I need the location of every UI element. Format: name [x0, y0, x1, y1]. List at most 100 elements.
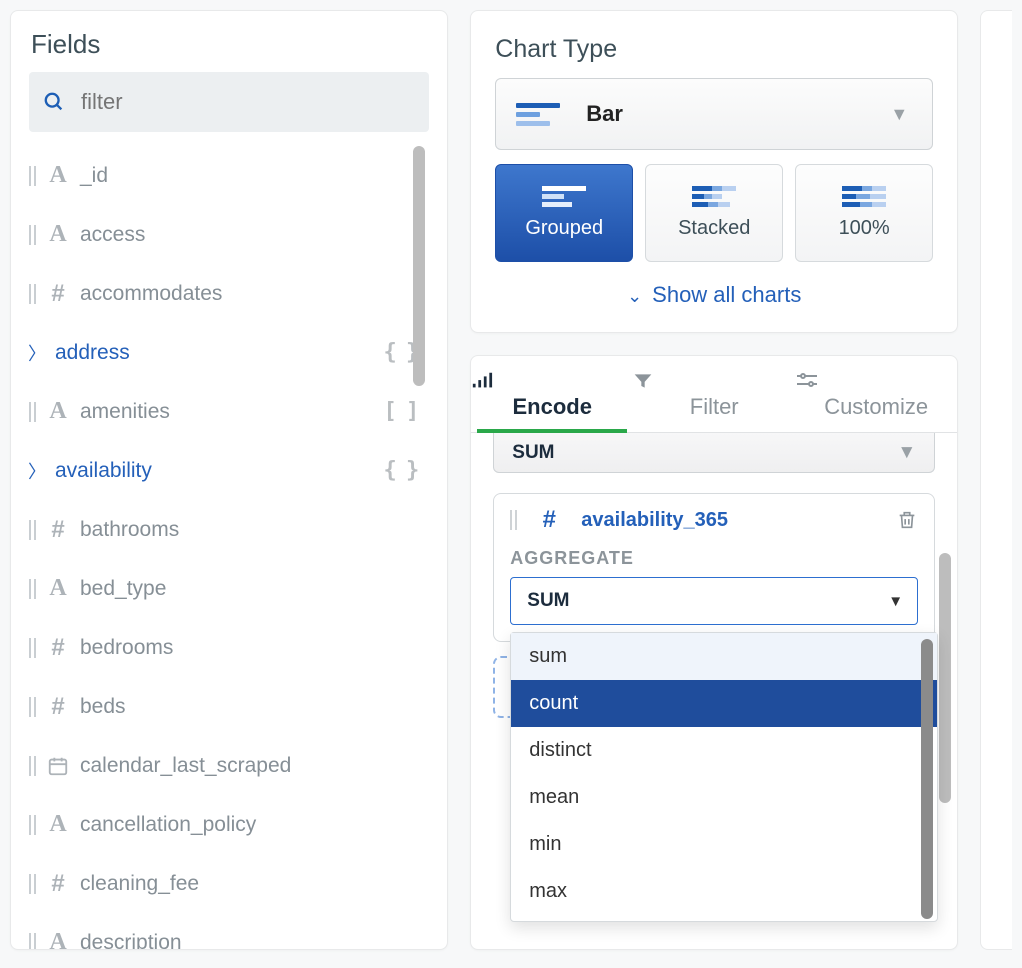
field-label: beds — [80, 695, 429, 719]
drag-handle-icon[interactable] — [29, 697, 36, 717]
drag-handle-icon[interactable] — [29, 225, 36, 245]
field-item-bedrooms[interactable]: #bedrooms — [29, 618, 429, 677]
encode-tabs: Encode Filter Customize — [471, 356, 957, 433]
show-all-charts-label: Show all charts — [652, 282, 801, 307]
string-type-icon: A — [44, 811, 72, 838]
aggregate-option-distinct[interactable]: distinct — [511, 727, 937, 774]
fields-title: Fields — [31, 29, 427, 60]
chart-subtype-stacked[interactable]: Stacked — [645, 164, 783, 262]
chevron-down-icon: ▼ — [897, 442, 916, 464]
chart-type-panel: Chart Type Bar ▼ Grouped Stacked 100% ⌄Sho… — [470, 10, 958, 333]
drag-handle-icon[interactable] — [29, 638, 36, 658]
drag-handle-icon[interactable] — [29, 166, 36, 186]
sliders-icon — [795, 372, 819, 390]
chevron-right-icon: 〉 — [29, 340, 45, 366]
field-item-address[interactable]: 〉address{ } — [29, 323, 429, 382]
drag-handle-icon[interactable] — [29, 933, 36, 950]
drag-handle-icon[interactable] — [510, 510, 517, 530]
field-item-bathrooms[interactable]: #bathrooms — [29, 500, 429, 559]
aggregate-select-value: SUM — [527, 590, 569, 612]
string-type-icon: A — [44, 929, 72, 949]
chart-type-select[interactable]: Bar ▼ — [495, 78, 933, 150]
tab-customize[interactable]: Customize — [795, 356, 957, 432]
aggregate-label: AGGREGATE — [510, 548, 918, 569]
chart-type-selected-label: Bar — [586, 101, 623, 127]
encode-panel: EncodeFilterCustomize SUM ▼ # availabili… — [470, 355, 958, 950]
field-item-cleaning_fee[interactable]: # cleaning_fee — [29, 854, 429, 913]
field-item-beds[interactable]: # beds — [29, 677, 429, 736]
string-type-icon: A — [44, 162, 72, 189]
encoding-field-label: availability_365 — [581, 509, 728, 532]
aggregate-option-sum[interactable]: sum — [511, 633, 937, 680]
previous-aggregate-select[interactable]: SUM ▼ — [493, 433, 935, 473]
fields-filter[interactable] — [29, 72, 429, 132]
dropdown-scrollbar[interactable] — [921, 639, 933, 919]
field-label: accommodates — [80, 282, 429, 306]
field-label: bedrooms — [80, 636, 429, 660]
tab-label: Encode — [513, 394, 592, 419]
aggregate-select[interactable]: SUM ▼ — [510, 577, 918, 625]
chart-subtype-row: Grouped Stacked 100% — [495, 164, 933, 262]
filter-icon — [633, 372, 653, 390]
string-type-icon: A — [44, 575, 72, 602]
drag-handle-icon[interactable] — [29, 579, 36, 599]
chart-type-title: Chart Type — [495, 35, 933, 64]
chevron-right-icon: 〉 — [29, 458, 45, 484]
field-label: calendar_last_scraped — [80, 754, 429, 778]
subtype-label: Grouped — [525, 217, 603, 240]
fields-filter-input[interactable] — [79, 88, 415, 116]
subtype-glyph-icon — [842, 186, 886, 207]
aggregate-option-count[interactable]: count — [511, 680, 937, 727]
field-item-cancellation_policy[interactable]: Acancellation_policy — [29, 795, 429, 854]
trash-icon[interactable] — [896, 509, 918, 531]
number-type-icon: # — [44, 516, 72, 544]
aggregate-dropdown[interactable]: sumcountdistinctmeanminmax — [510, 632, 938, 922]
field-item-access[interactable]: Aaccess — [29, 205, 429, 264]
fields-list: A _id Aaccess # accommodates 〉address{ }Aamen… — [29, 146, 429, 949]
subtype-label: Stacked — [678, 217, 750, 240]
field-item-amenities[interactable]: Aamenities[ ] — [29, 382, 429, 441]
drag-handle-icon[interactable] — [29, 874, 36, 894]
tab-encode[interactable]: Encode — [471, 356, 633, 432]
field-item-availability[interactable]: 〉availability{ } — [29, 441, 429, 500]
field-label: access — [80, 223, 429, 247]
field-item-accommodates[interactable]: # accommodates — [29, 264, 429, 323]
aggregate-option-min[interactable]: min — [511, 821, 937, 868]
aggregate-option-mean[interactable]: mean — [511, 774, 937, 821]
field-label: cleaning_fee — [80, 872, 429, 896]
show-all-charts-link[interactable]: ⌄Show all charts — [495, 282, 933, 308]
drag-handle-icon[interactable] — [29, 284, 36, 304]
field-item-description[interactable]: Adescription — [29, 913, 429, 949]
tab-filter[interactable]: Filter — [633, 356, 795, 432]
field-type-glyph: { } — [384, 458, 418, 483]
number-type-icon: # — [44, 280, 72, 308]
aggregate-option-max[interactable]: max — [511, 868, 937, 915]
right-edge-panel — [980, 10, 1012, 950]
tab-label: Customize — [824, 394, 928, 419]
string-type-icon: A — [44, 398, 72, 425]
field-label: description — [80, 931, 429, 950]
drag-handle-icon[interactable] — [29, 815, 36, 835]
drag-handle-icon[interactable] — [29, 756, 36, 776]
chart-subtype-100pct[interactable]: 100% — [795, 164, 933, 262]
subtype-glyph-icon — [542, 186, 586, 207]
search-icon — [43, 91, 65, 113]
chart-subtype-grouped[interactable]: Grouped — [495, 164, 633, 262]
encode-icon — [471, 372, 493, 390]
drag-handle-icon[interactable] — [29, 402, 36, 422]
field-label: bed_type — [80, 577, 429, 601]
field-item-_id[interactable]: A _id — [29, 146, 429, 205]
fields-scrollbar[interactable] — [413, 146, 425, 949]
number-type-icon: # — [44, 693, 72, 721]
field-item-bed_type[interactable]: Abed_type — [29, 559, 429, 618]
previous-aggregate-value: SUM — [512, 442, 554, 464]
caret-down-icon: ▼ — [888, 593, 903, 610]
encode-scrollbar[interactable] — [939, 553, 951, 803]
drag-handle-icon[interactable] — [29, 520, 36, 540]
field-item-calendar_last_scraped[interactable]: calendar_last_scraped — [29, 736, 429, 795]
subtype-label: 100% — [839, 217, 890, 240]
number-type-icon: # — [44, 870, 72, 898]
field-label: _id — [80, 164, 429, 188]
field-label: cancellation_policy — [80, 813, 429, 837]
field-type-glyph: [ ] — [384, 399, 418, 424]
